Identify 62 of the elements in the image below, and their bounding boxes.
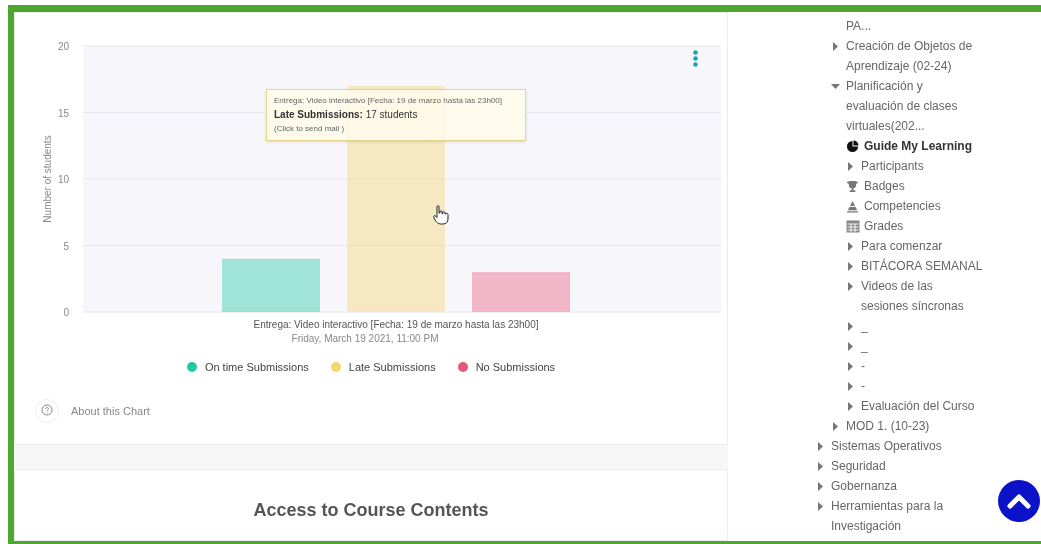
caret-down-icon[interactable] <box>831 81 840 91</box>
pyramid-icon <box>846 199 859 213</box>
pie-chart-icon <box>846 139 859 153</box>
tree-item[interactable]: Gobernanza <box>831 476 981 496</box>
caret-right-icon[interactable] <box>831 41 840 51</box>
tree-item[interactable]: Videos de las sesiones síncronas <box>861 276 983 316</box>
tooltip-title: Entrega: Video interactivo [Fecha: 19 de marzo hasta las 23h00] <box>274 95 503 107</box>
y-tick-label: 5 <box>63 240 69 252</box>
y-tick-label: 0 <box>63 307 69 318</box>
caret-right-icon[interactable] <box>846 341 855 351</box>
tooltip-hint: (Click to send mail ) <box>274 123 346 135</box>
tree-item[interactable]: - <box>861 376 983 396</box>
caret-right-icon[interactable] <box>846 361 855 371</box>
caret-right-icon[interactable] <box>846 381 855 391</box>
caret-right-icon[interactable] <box>816 481 825 491</box>
legend-label[interactable]: No Submissions <box>475 359 556 376</box>
chevron-up-icon <box>1007 493 1031 509</box>
tree-item[interactable]: MOD 1. (10-23) <box>846 416 978 436</box>
y-tick-label: 15 <box>57 107 69 119</box>
caret-right-icon[interactable] <box>846 161 855 171</box>
tooltip-value: Late Submissions: 17 students <box>274 108 419 122</box>
hand-cursor-icon <box>433 205 449 225</box>
y-tick-label: 20 <box>57 41 69 52</box>
legend-label[interactable]: Late Submissions <box>348 359 436 376</box>
tree-item[interactable]: Evaluación del Curso <box>861 396 983 416</box>
x-category-label: Entrega: Video interactivo [Fecha: 19 de marzo hasta las 23h00] <box>253 319 539 330</box>
tree-item[interactable]: Planificación y evaluación de clases virtuales(202... <box>846 76 978 136</box>
y-axis-title: Number of students <box>42 135 53 223</box>
tree-item[interactable]: Grades <box>864 216 986 236</box>
tree-item[interactable]: _ <box>861 336 983 356</box>
table-icon <box>846 219 860 233</box>
help-icon[interactable] <box>35 399 59 423</box>
tree-item[interactable]: Seguridad <box>831 456 981 476</box>
tree-item[interactable]: Competencies <box>864 196 986 216</box>
date-label: Friday, March 19 2021, 11:00 PM <box>291 332 439 345</box>
caret-right-icon[interactable] <box>846 321 855 331</box>
tree-item[interactable]: Para comenzar <box>861 236 983 256</box>
legend-label[interactable]: On time Submissions <box>204 359 309 376</box>
tree-item[interactable]: Badges <box>864 176 986 196</box>
caret-right-icon[interactable] <box>846 261 855 271</box>
tree-item[interactable]: BITÁCORA SEMANAL <box>861 256 983 276</box>
about-chart-link[interactable]: About this Chart <box>71 402 150 420</box>
caret-right-icon[interactable] <box>846 401 855 411</box>
scroll-to-top-button[interactable] <box>998 480 1040 522</box>
tree-item[interactable]: Guide My Learning <box>864 136 986 156</box>
tree-item[interactable]: _ <box>861 316 983 336</box>
caret-right-icon[interactable] <box>846 281 855 291</box>
caret-right-icon[interactable] <box>816 441 825 451</box>
y-tick-label: 10 <box>57 174 69 185</box>
caret-right-icon[interactable] <box>816 461 825 471</box>
more-options-icon[interactable] <box>693 50 698 67</box>
tree-item[interactable]: Creación de Objetos de Aprendizaje (02-24) <box>846 36 978 76</box>
section-title: Access to Course Contents <box>253 499 489 522</box>
tree-item[interactable]: PA... <box>846 16 978 36</box>
trophy-icon <box>846 179 859 193</box>
caret-right-icon[interactable] <box>816 501 825 511</box>
tree-item[interactable]: Sistemas Operativos <box>831 436 981 456</box>
tree-item[interactable]: Herramientas para la Investigación <box>831 496 981 536</box>
caret-right-icon[interactable] <box>831 421 840 431</box>
tree-item[interactable]: Participants <box>861 156 983 176</box>
caret-right-icon[interactable] <box>846 241 855 251</box>
tree-item[interactable]: - <box>861 356 983 376</box>
